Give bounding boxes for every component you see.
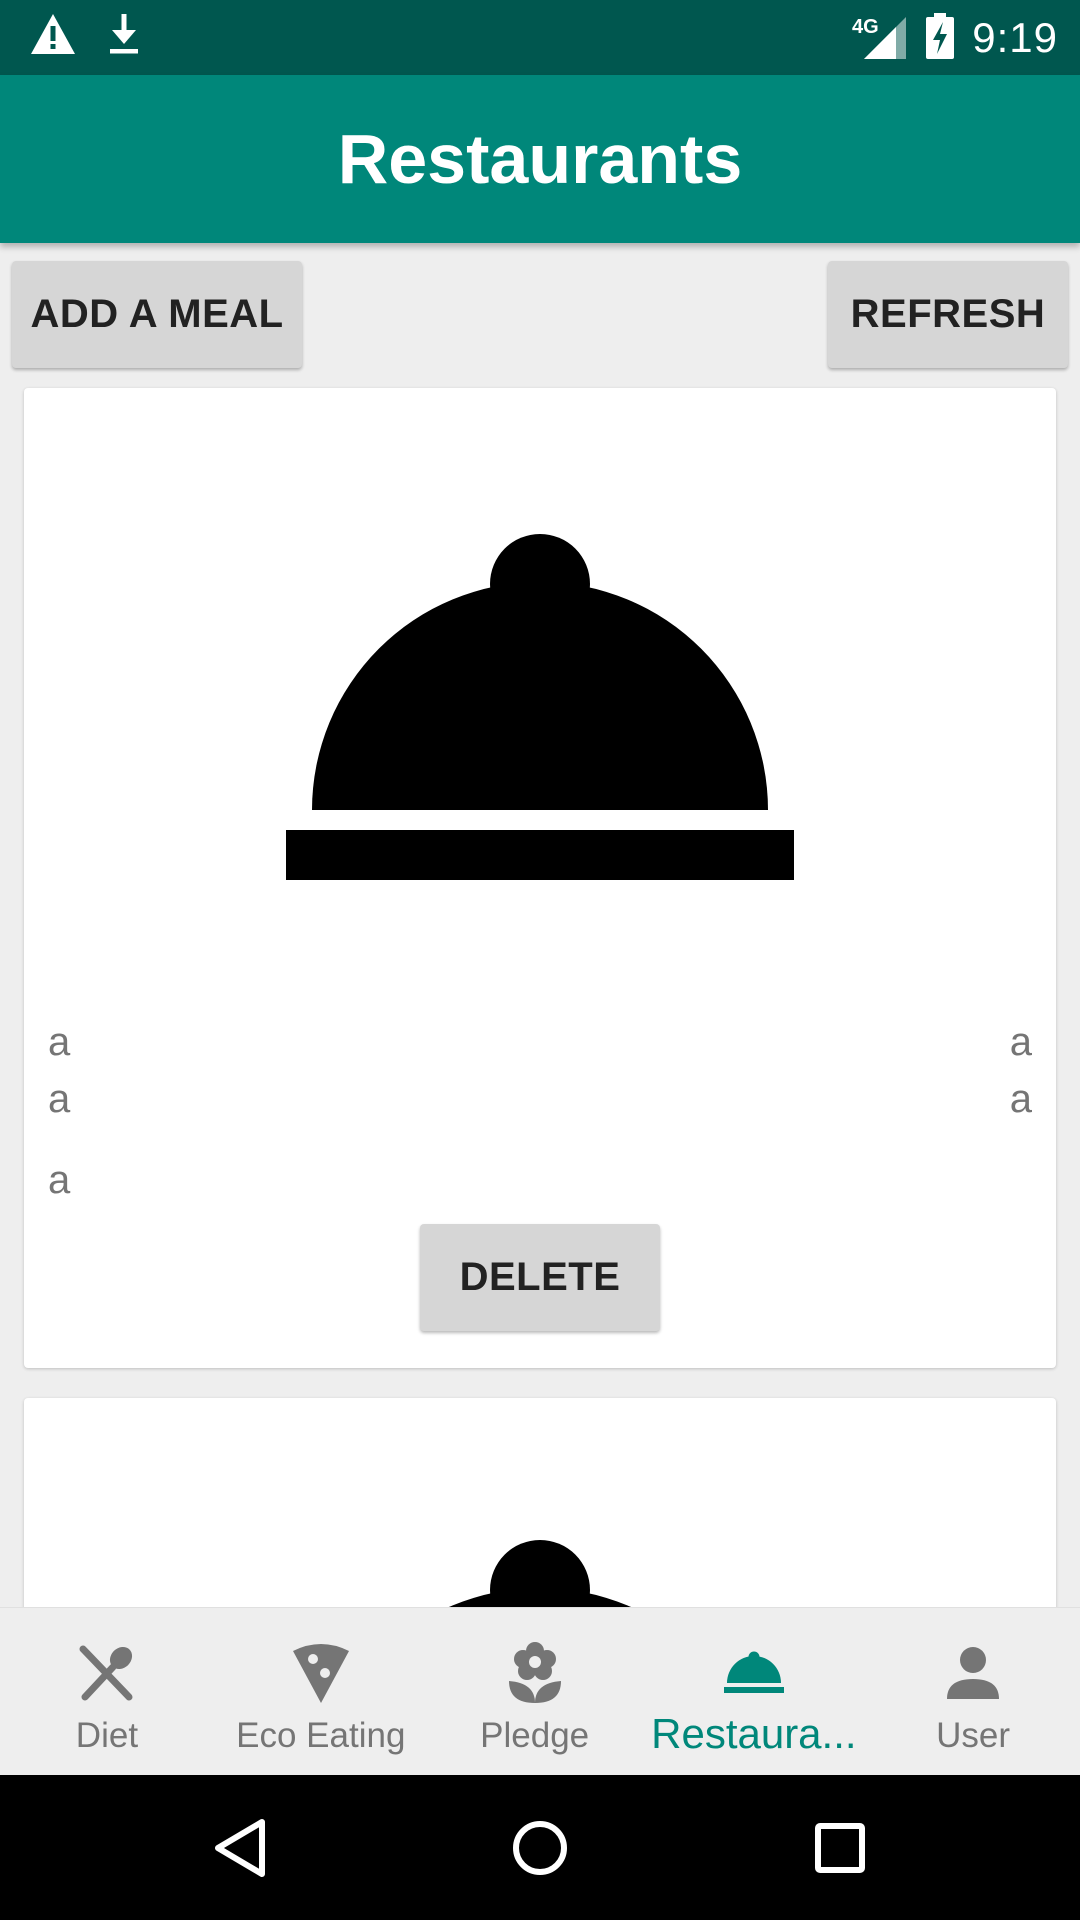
- nav-label: Diet: [75, 1716, 139, 1755]
- screen: 4G 9:19 Restaurants ADD A MEAL REFRESH a…: [0, 0, 1080, 1920]
- home-icon[interactable]: [505, 1813, 575, 1883]
- nav-item-restaurants[interactable]: Restaura...: [642, 1608, 867, 1776]
- cloche-icon: [286, 1540, 794, 1607]
- meal-field: a: [48, 1158, 71, 1202]
- meal-field: a: [1009, 1020, 1032, 1064]
- delete-button[interactable]: DELETE: [420, 1224, 660, 1331]
- restaurant-list[interactable]: a a a a a DELETE: [0, 380, 1080, 1607]
- meal-field: a: [48, 1020, 71, 1064]
- bottom-navigation: Diet Eco Eating Pledge Restaura... User: [0, 1607, 1080, 1776]
- nav-label: Restaura...: [651, 1710, 857, 1757]
- status-bar: 4G 9:19: [0, 0, 1080, 75]
- signal-icon: 4G: [850, 11, 908, 66]
- restaurant-card: a a a a a DELETE: [24, 388, 1056, 1368]
- nav-label: User: [936, 1716, 1010, 1755]
- nav-label: Eco Eating: [236, 1716, 406, 1755]
- back-icon[interactable]: [205, 1813, 275, 1883]
- status-time: 9:19: [972, 14, 1058, 61]
- nav-label: Pledge: [480, 1716, 590, 1755]
- refresh-button[interactable]: REFRESH: [828, 261, 1068, 368]
- nav-item-user[interactable]: User: [866, 1608, 1080, 1776]
- status-right: 4G 9:19: [850, 10, 1058, 66]
- cloche-icon: [286, 534, 794, 880]
- nav-item-pledge[interactable]: Pledge: [428, 1608, 642, 1776]
- pizza-slice-icon: [288, 1640, 354, 1706]
- person-icon: [940, 1640, 1006, 1706]
- meal-field: a: [48, 1077, 71, 1121]
- nav-item-diet[interactable]: Diet: [0, 1608, 214, 1776]
- nav-item-eco-eating[interactable]: Eco Eating: [214, 1608, 428, 1776]
- fork-spoon-icon: [74, 1640, 140, 1706]
- app-bar: Restaurants: [0, 75, 1080, 243]
- download-icon: [106, 12, 142, 61]
- page-title: Restaurants: [337, 120, 743, 198]
- network-type-label: 4G: [852, 16, 879, 38]
- battery-charging-icon: [924, 11, 956, 66]
- system-navigation-bar: [0, 1775, 1080, 1920]
- status-left: [30, 12, 142, 61]
- recents-icon[interactable]: [805, 1813, 875, 1883]
- cloche-icon: [721, 1640, 787, 1706]
- restaurant-card: [24, 1398, 1056, 1607]
- flower-icon: [502, 1640, 568, 1706]
- add-meal-button[interactable]: ADD A MEAL: [12, 261, 302, 368]
- meal-field: a: [1009, 1077, 1032, 1121]
- warning-icon: [30, 12, 76, 61]
